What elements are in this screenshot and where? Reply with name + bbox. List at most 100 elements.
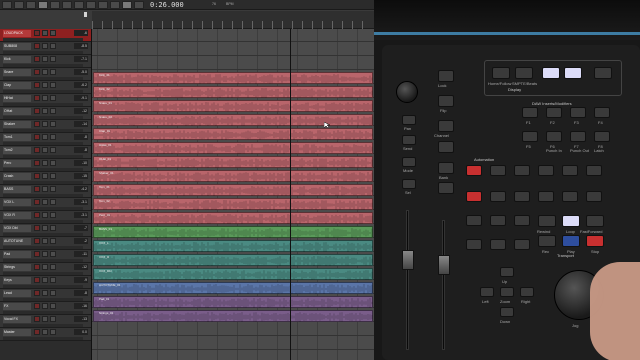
left-button[interactable] xyxy=(480,287,494,297)
track-mute-button[interactable] xyxy=(50,199,56,205)
bank-right-button[interactable] xyxy=(438,182,454,194)
audio-clip[interactable]: VOX_L xyxy=(93,240,373,252)
track-mute-button[interactable] xyxy=(50,290,56,296)
automation-button[interactable] xyxy=(586,165,602,176)
track-solo-button[interactable] xyxy=(42,134,48,140)
playhead-marker[interactable] xyxy=(84,12,87,17)
automation-button[interactable] xyxy=(538,191,554,202)
track-lane[interactable] xyxy=(92,43,374,56)
track-volume[interactable]: -3.1 xyxy=(74,212,88,218)
track-lane[interactable]: VOX_L xyxy=(92,239,374,252)
f-key-8[interactable] xyxy=(594,131,610,142)
track-header[interactable]: Kick -7.1 xyxy=(0,55,91,68)
track-header[interactable]: VOX L -3.1 xyxy=(0,198,91,211)
track-solo-button[interactable] xyxy=(42,160,48,166)
track-solo-button[interactable] xyxy=(42,121,48,127)
automation-button[interactable] xyxy=(538,165,554,176)
track-solo-button[interactable] xyxy=(42,303,48,309)
track-name[interactable]: Perc xyxy=(3,160,31,167)
automation-button[interactable] xyxy=(514,165,530,176)
track-name[interactable]: Strings xyxy=(3,264,31,271)
track-header[interactable]: Pad -11 xyxy=(0,250,91,263)
automation-button[interactable] xyxy=(466,191,482,202)
track-name[interactable]: Keys xyxy=(3,277,31,284)
track-lane[interactable]: Snare_01 xyxy=(92,99,374,112)
automation-button[interactable] xyxy=(466,165,482,176)
f-key-5[interactable] xyxy=(522,131,538,142)
track-mute-button[interactable] xyxy=(50,147,56,153)
track-volume[interactable]: -9.1 xyxy=(74,95,88,101)
display-mode-button[interactable] xyxy=(594,67,612,79)
track-mute-button[interactable] xyxy=(50,277,56,283)
track-name[interactable]: VOX Dbl xyxy=(3,225,31,232)
track-lane[interactable]: AUTOTUNE_01 xyxy=(92,281,374,294)
track-header[interactable]: Clap -6.2 xyxy=(0,81,91,94)
track-mute-button[interactable] xyxy=(50,238,56,244)
rewind-button[interactable] xyxy=(538,215,556,227)
down-button[interactable] xyxy=(500,307,514,317)
track-lane[interactable] xyxy=(92,323,374,336)
track-name[interactable]: Vocal FX xyxy=(3,316,31,323)
track-lane[interactable] xyxy=(92,351,374,360)
track-volume[interactable]: -6.2 xyxy=(74,82,88,88)
track-header[interactable]: Strings -12 xyxy=(0,263,91,276)
track-volume[interactable]: 0.0 xyxy=(74,329,88,335)
f-key-3[interactable] xyxy=(570,107,586,118)
track-solo-button[interactable] xyxy=(42,290,48,296)
track-solo-button[interactable] xyxy=(42,225,48,231)
track-solo-button[interactable] xyxy=(42,186,48,192)
track-rec-button[interactable] xyxy=(34,82,40,88)
toolbar-button-sel[interactable] xyxy=(26,0,36,9)
track-mute-button[interactable] xyxy=(50,264,56,270)
toolbar-button-slip[interactable] xyxy=(86,0,96,9)
track-rec-button[interactable] xyxy=(34,95,40,101)
lock-button[interactable] xyxy=(438,70,454,82)
track-volume[interactable]: -4.2 xyxy=(74,186,88,192)
audio-clip[interactable]: VOX_R xyxy=(93,254,373,266)
pan-knob[interactable] xyxy=(396,81,418,103)
track-volume[interactable]: -8.5 xyxy=(74,43,88,49)
track-solo-button[interactable] xyxy=(42,56,48,62)
channel-right-button[interactable] xyxy=(438,141,454,153)
track-volume[interactable]: -12 xyxy=(74,108,88,114)
track-volume[interactable]: -12 xyxy=(74,264,88,270)
smpte-beats-button[interactable] xyxy=(515,67,533,79)
track-name[interactable]: Tom1 xyxy=(3,134,31,141)
track-solo-button[interactable] xyxy=(42,82,48,88)
track-header[interactable]: HiHat -9.1 xyxy=(0,94,91,107)
track-solo-button[interactable] xyxy=(42,108,48,114)
track-solo-button[interactable] xyxy=(42,316,48,322)
track-name[interactable]: VOX L xyxy=(3,199,31,206)
f-key-2[interactable] xyxy=(546,107,562,118)
track-name[interactable]: AUTOTUNE xyxy=(3,238,31,245)
track-mute-button[interactable] xyxy=(50,251,56,257)
track-mute-button[interactable] xyxy=(50,95,56,101)
track-lane[interactable]: Clap_01 xyxy=(92,127,374,140)
mode-button[interactable] xyxy=(402,157,416,167)
track-solo-button[interactable] xyxy=(42,264,48,270)
track-lane[interactable]: BASS_01 xyxy=(92,225,374,238)
track-rec-button[interactable] xyxy=(34,147,40,153)
track-lane[interactable]: VOX_Dbl xyxy=(92,267,374,280)
track-rec-button[interactable] xyxy=(34,108,40,114)
track-rec-button[interactable] xyxy=(34,30,40,36)
fader-2-cap[interactable] xyxy=(438,255,450,275)
track-header[interactable]: Keys -9 xyxy=(0,276,91,289)
track-lane[interactable] xyxy=(92,29,374,42)
fader-1-cap[interactable] xyxy=(402,250,414,270)
track-header[interactable]: SUB808 -8.5 xyxy=(0,42,91,55)
track-lane[interactable]: Kick_01 xyxy=(92,71,374,84)
track-mute-button[interactable] xyxy=(50,160,56,166)
track-rec-button[interactable] xyxy=(34,212,40,218)
track-volume[interactable]: -8 xyxy=(74,290,88,296)
track-solo-button[interactable] xyxy=(42,212,48,218)
toolbar-button-smart[interactable] xyxy=(50,0,60,9)
track-mute-button[interactable] xyxy=(50,56,56,62)
track-mute-button[interactable] xyxy=(50,316,56,322)
toolbar-button-trim[interactable] xyxy=(14,0,24,9)
audio-clip[interactable]: Pad_01 xyxy=(93,296,373,308)
track-volume[interactable]: -9 xyxy=(74,277,88,283)
track-mute-button[interactable] xyxy=(50,69,56,75)
track-rec-button[interactable] xyxy=(34,186,40,192)
track-name[interactable]: Crash xyxy=(3,173,31,180)
